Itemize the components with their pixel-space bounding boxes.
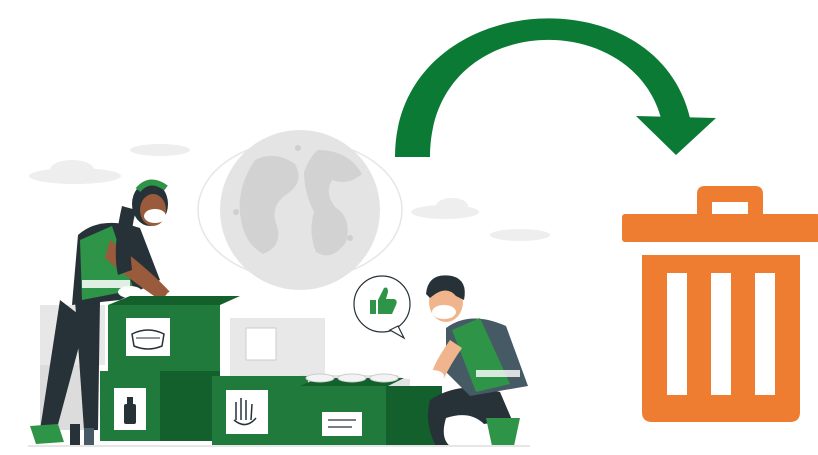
illustration xyxy=(28,18,818,447)
trash-can-icon xyxy=(622,186,818,422)
thumbs-up-icon xyxy=(353,275,411,340)
curved-arrow-icon xyxy=(395,18,716,157)
globe-icon xyxy=(197,130,403,290)
